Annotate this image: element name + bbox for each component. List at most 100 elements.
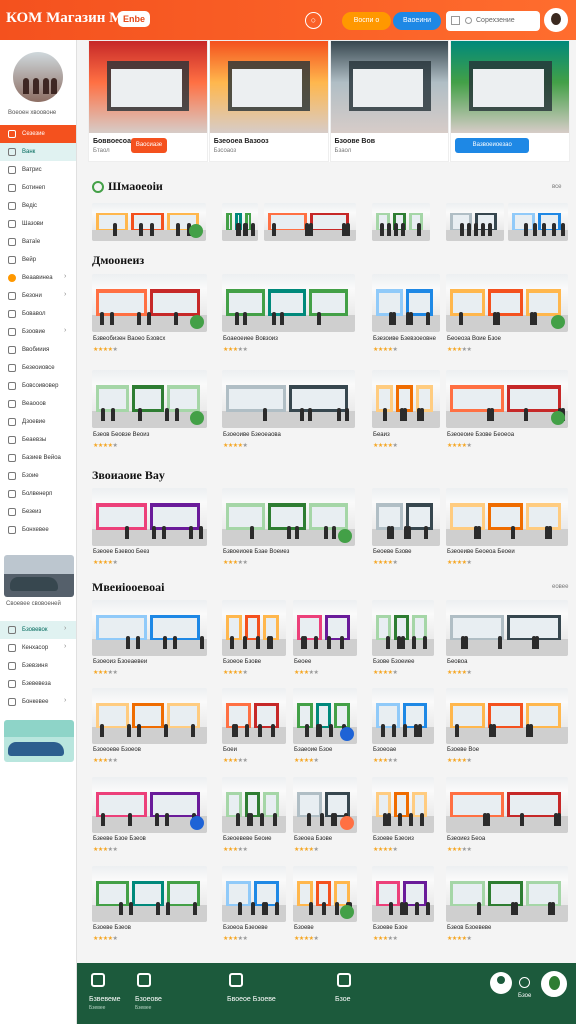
sidebar-item-secondary[interactable]: Бонкевее › [0, 693, 76, 711]
add-to-cart-icon[interactable] [190, 816, 204, 830]
product-thumbnail[interactable] [222, 777, 286, 833]
profile-avatar[interactable] [13, 52, 63, 102]
product-title[interactable]: Бзоеое Бзове [223, 659, 261, 665]
product-thumbnail[interactable] [372, 274, 440, 332]
promo-car-image[interactable] [4, 555, 74, 597]
product-title[interactable]: Бзоеве [294, 925, 314, 931]
product-thumbnail[interactable] [446, 370, 568, 428]
sidebar-item-secondary[interactable]: Кенхасор › [0, 639, 76, 657]
product-title[interactable]: Бзеоеиве Беоеоа Беоеи [447, 549, 515, 555]
product-title[interactable]: Бзвеобизен Ваоео Бзовсх [93, 336, 165, 342]
product-title[interactable]: Бзеоеоие Бзове Беоеоа [447, 432, 514, 438]
sidebar-item-secondary[interactable]: Бзевевеза [0, 675, 76, 693]
product-thumbnail[interactable] [446, 488, 568, 546]
product-title[interactable]: Бзоеве Бзеоиз [373, 836, 414, 842]
product-thumbnail[interactable] [372, 866, 434, 922]
add-to-cart-icon[interactable] [340, 905, 354, 919]
sidebar-item-secondary[interactable]: Бзовевок › [0, 621, 76, 639]
banner-image[interactable] [89, 41, 207, 133]
product-thumbnail[interactable] [372, 488, 440, 546]
product-title[interactable]: Бзоеоиве Бзеоеаова [223, 432, 281, 438]
product-title[interactable]: Бзоеоа Бзеоеве [223, 925, 268, 931]
product-title[interactable]: Бзеоиез Беоа [447, 836, 485, 842]
brand-badge[interactable]: Enbe [118, 11, 151, 27]
banner-image[interactable] [209, 41, 328, 133]
sidebar-item[interactable]: Шазови [0, 215, 76, 233]
product-title[interactable]: Беоее [294, 659, 311, 665]
product-title[interactable]: Бзееве Бзое Бзеов [93, 836, 146, 842]
product-thumbnail[interactable] [446, 866, 568, 922]
section-more-1[interactable]: все [552, 184, 561, 190]
product-title[interactable]: Беоеве Бзове [373, 549, 412, 555]
product-thumbnail[interactable] [222, 370, 355, 428]
sidebar-item[interactable]: Дзоевие [0, 413, 76, 431]
product-thumbnail[interactable] [92, 866, 207, 922]
product-title[interactable]: Бзеов Беовзе Веоиз [93, 432, 149, 438]
sidebar-item[interactable]: Ввобииия [0, 341, 76, 359]
banner-card[interactable]: Боввоесоа ваоиз Бтаол Ваосиазе [88, 40, 208, 162]
bottom-nav-item[interactable]: Бзоеове Бзевее [135, 963, 205, 1024]
sidebar-item[interactable]: Бзоовие › [0, 323, 76, 341]
sidebar-item-secondary[interactable]: Бзевзиня [0, 657, 76, 675]
product-thumbnail[interactable] [446, 600, 568, 656]
product-title[interactable]: Бзоеоае [373, 747, 396, 753]
banner-card[interactable]: Бзеооеа Вазооз Бзсоаоз [208, 40, 329, 162]
product-thumbnail[interactable] [372, 370, 440, 428]
sidebar-item[interactable]: Веаавинеа › [0, 269, 76, 287]
sidebar-item[interactable]: Базиев Вейоа [0, 449, 76, 467]
product-title[interactable]: Бзезоиве Бзевзоеовне [373, 336, 436, 342]
product-title[interactable]: Бзоеве Бзое [373, 925, 408, 931]
sidebar-item[interactable]: Веаооов [0, 395, 76, 413]
product-thumbnail[interactable] [222, 688, 286, 744]
sidebar-item[interactable]: Безеиз [0, 503, 76, 521]
banner-button[interactable]: Ваосиазе [131, 138, 167, 153]
sidebar-item[interactable]: Болвенерп [0, 485, 76, 503]
user-avatar[interactable] [544, 8, 568, 32]
product-title[interactable]: Бзоеоиз Бзоеаевеи [93, 659, 147, 665]
product-title[interactable]: Беаиз [373, 432, 390, 438]
sidebar-item[interactable]: Безеоиовсе [0, 359, 76, 377]
product-thumbnail[interactable] [372, 203, 430, 241]
account-icon[interactable] [490, 972, 512, 994]
add-to-cart-icon[interactable] [190, 315, 204, 329]
product-thumbnail[interactable] [372, 688, 434, 744]
add-to-cart-icon[interactable] [551, 411, 565, 425]
sidebar-item[interactable]: Беаевзы [0, 431, 76, 449]
product-thumbnail[interactable] [446, 274, 568, 332]
globe-icon[interactable] [519, 977, 530, 988]
product-title[interactable]: Бзвоеиоев Бзае Воеиез [223, 549, 289, 555]
product-thumbnail[interactable] [92, 688, 207, 744]
bottom-nav-item[interactable]: Бвоеое Бзоеве [227, 963, 307, 1024]
sidebar-item[interactable]: Ведіс [0, 197, 76, 215]
sidebar-item[interactable]: Сезезие [0, 125, 76, 143]
sidebar-item[interactable]: Бзоие [0, 467, 76, 485]
add-to-cart-icon[interactable] [338, 529, 352, 543]
sidebar-item[interactable]: Бовавол [0, 305, 76, 323]
product-thumbnail[interactable] [92, 600, 207, 656]
product-thumbnail[interactable] [222, 274, 355, 332]
product-thumbnail[interactable] [293, 600, 357, 656]
sidebar-item[interactable]: Безони › [0, 287, 76, 305]
product-title[interactable]: Беовоа [447, 659, 467, 665]
product-title[interactable]: Бзоеве Бзеов [93, 925, 131, 931]
product-title[interactable]: Бзеоеа Бзове [294, 836, 332, 842]
product-thumbnail[interactable] [508, 203, 568, 241]
banner-card[interactable]: Бзоове Вов Бзаол [329, 40, 450, 162]
orange-pill-button[interactable]: Воспи о [342, 12, 391, 30]
product-thumbnail[interactable] [446, 203, 504, 241]
sidebar-item[interactable]: Ванк [0, 143, 76, 161]
search-input[interactable]: Сорехзение [446, 11, 540, 31]
sidebar-item[interactable]: Ботинеп [0, 179, 76, 197]
bottom-nav-item[interactable]: Бзое [335, 963, 375, 1024]
product-thumbnail[interactable] [222, 866, 286, 922]
add-to-cart-icon[interactable] [551, 315, 565, 329]
product-thumbnail[interactable] [222, 600, 286, 656]
sidebar-item[interactable]: Бовсоивовер [0, 377, 76, 395]
product-title[interactable]: Бзеоее Бзевоо Беез [93, 549, 149, 555]
product-thumbnail[interactable] [92, 488, 207, 546]
product-title[interactable]: Бзове Бзоеиее [373, 659, 414, 665]
banner-image[interactable] [330, 41, 449, 133]
product-title[interactable]: Боаеоеиее Вовзоиз [223, 336, 278, 342]
product-thumbnail[interactable] [372, 777, 434, 833]
add-to-cart-icon[interactable] [190, 411, 204, 425]
